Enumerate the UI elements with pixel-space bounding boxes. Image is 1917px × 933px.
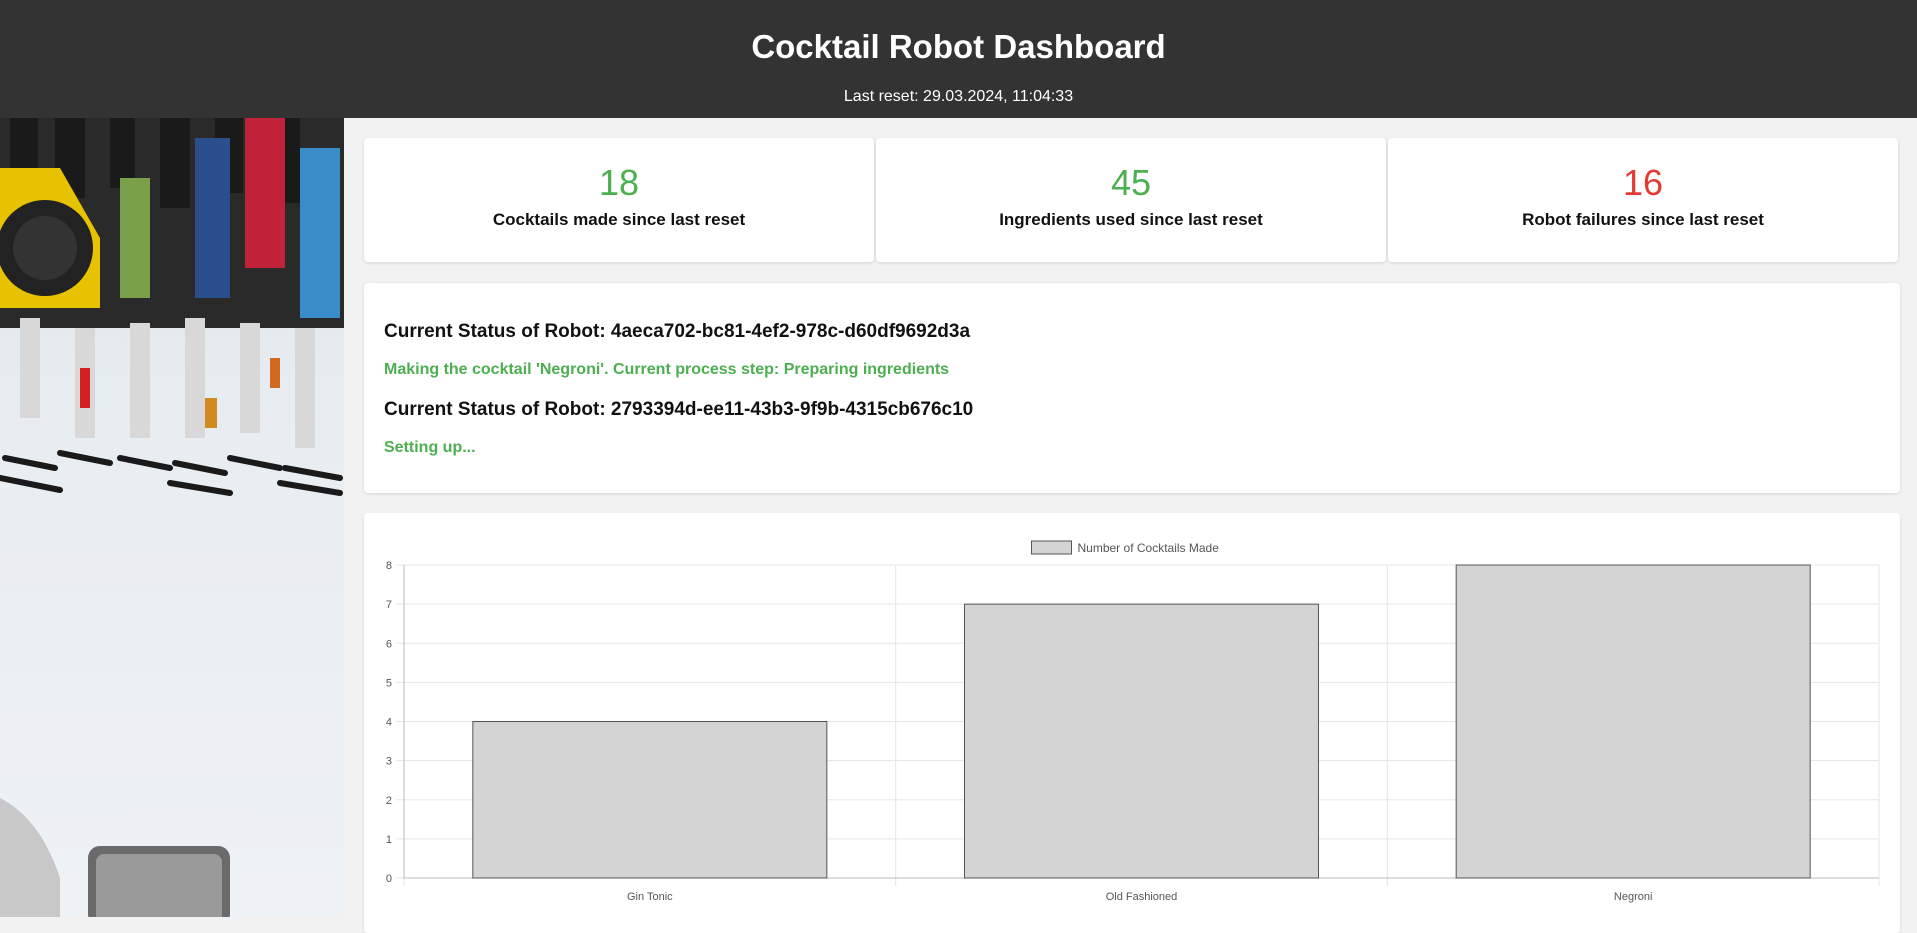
bar <box>1455 564 1811 879</box>
x-tick-label: Gin Tonic <box>627 891 673 903</box>
stat-value: 16 <box>1622 162 1664 203</box>
stat-label: Robot failures since last reset <box>1522 210 1764 229</box>
stat-value: 18 <box>598 162 640 203</box>
stat-label: Ingredients used since last reset <box>999 210 1263 229</box>
page-title: Cocktail Robot Dashboard <box>751 28 1166 65</box>
robot-status-panel: Current Status of Robot: 4aeca702-bc81-4… <box>364 283 1900 493</box>
stat-value: 45 <box>1110 162 1152 203</box>
stat-label: Cocktails made since last reset <box>492 210 746 229</box>
y-tick-label: 0 <box>386 873 392 885</box>
stat-card-cocktails: 18 Cocktails made since last reset <box>364 138 874 262</box>
legend-swatch <box>1031 540 1072 555</box>
stat-card-ingredients: 45 Ingredients used since last reset <box>876 138 1386 262</box>
robot-status-title: Current Status of Robot: 2793394d-ee11-4… <box>384 399 974 420</box>
robot-status-title: Current Status of Robot: 4aeca702-bc81-4… <box>384 321 971 342</box>
cocktails-bar-chart: 0 1 2 3 4 5 6 7 8 Gin Tonic Old Fashioned Negroni Nu… <box>386 540 1880 903</box>
robot-status-message: Making the cocktail 'Negroni'. Current p… <box>384 361 950 378</box>
y-tick-label: 7 <box>386 599 392 611</box>
x-tick-label: Negroni <box>1614 891 1653 903</box>
last-reset-text: Last reset: 29.03.2024, 11:04:33 <box>843 88 1074 105</box>
bar-bottles-image <box>0 118 344 917</box>
y-tick-label: 8 <box>386 560 392 572</box>
y-tick-label: 3 <box>386 756 392 768</box>
legend-label: Number of Cocktails Made <box>1078 541 1220 555</box>
y-tick-label: 4 <box>386 717 392 729</box>
cocktails-chart-card: 0 1 2 3 4 5 6 7 8 Gin Tonic Old Fashioned Negroni Nu… <box>364 513 1900 933</box>
y-tick-label: 5 <box>386 677 392 689</box>
bar <box>472 721 828 879</box>
bar <box>964 603 1319 879</box>
y-tick-label: 6 <box>386 638 392 650</box>
stat-card-failures: 16 Robot failures since last reset <box>1388 138 1898 262</box>
y-tick-label: 2 <box>386 795 392 807</box>
page-header: Cocktail Robot Dashboard Last reset: 29.… <box>0 0 1917 118</box>
y-tick-label: 1 <box>386 834 392 846</box>
x-tick-label: Old Fashioned <box>1106 891 1178 903</box>
robot-status-message: Setting up... <box>384 439 476 456</box>
